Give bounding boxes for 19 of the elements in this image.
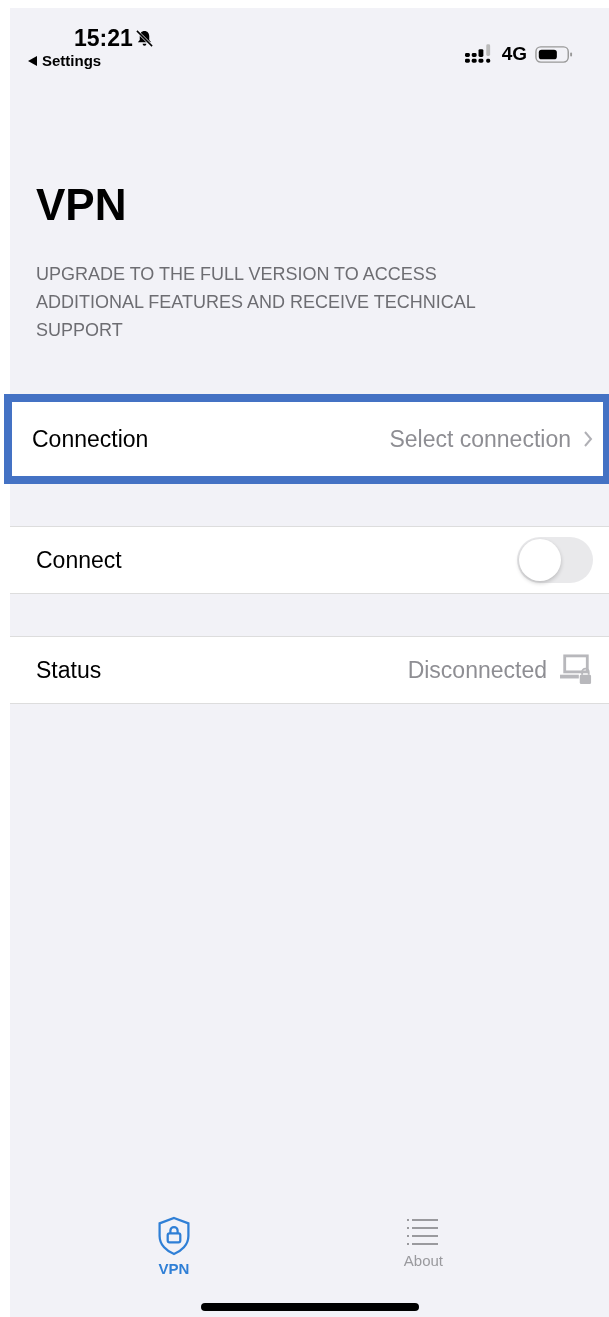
settings-row[interactable]: Connection Select connection xyxy=(12,402,603,476)
row-value: Select connection xyxy=(389,425,571,453)
page-title: VPN xyxy=(36,180,128,230)
battery-icon xyxy=(535,44,573,64)
shield-lock-icon xyxy=(155,1216,192,1256)
back-triangle-icon xyxy=(28,55,38,66)
row-value: Disconnected xyxy=(407,656,547,684)
upgrade-notice: UPGRADE TO THE FULL VERSION TO ACCESS ADDITIONAL FEATURES AND RECEIVE TECHNICAL SUPPORT xyxy=(36,263,477,342)
back-link[interactable]: Settings xyxy=(28,52,102,69)
connect-toggle[interactable] xyxy=(517,537,593,583)
status-time: 15:21 xyxy=(74,25,133,52)
row-label: Status xyxy=(36,656,102,684)
row-label: Connect xyxy=(36,546,122,574)
list-icon xyxy=(406,1216,441,1248)
tab-item[interactable]: VPN xyxy=(155,1216,192,1277)
chevron-icon xyxy=(583,430,593,448)
computer-lock-icon xyxy=(559,654,593,686)
row-label: Connection xyxy=(32,425,149,453)
network-label: 4G xyxy=(501,43,527,65)
